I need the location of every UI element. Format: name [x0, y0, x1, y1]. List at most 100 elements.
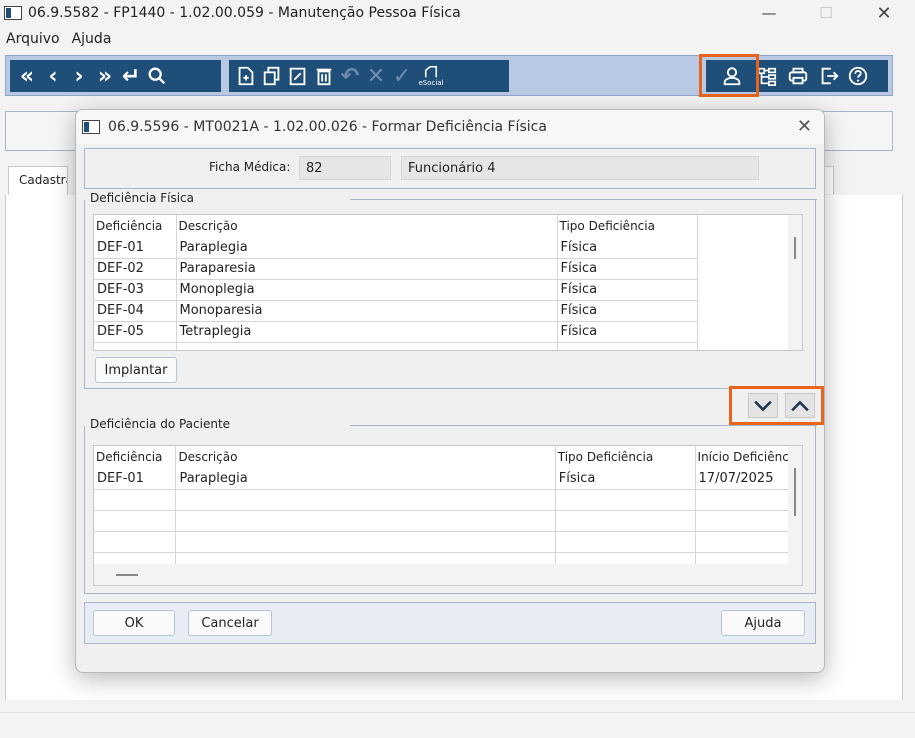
- cell-empty: [697, 258, 790, 279]
- table-row[interactable]: DEF-04 Monoparesia Física: [94, 300, 790, 322]
- maximize-button[interactable]: ☐: [803, 0, 849, 26]
- action-toolbar-group: ↶ ✕ ✓ eSocial: [229, 60, 509, 92]
- user-button-highlight: [699, 54, 759, 97]
- cell-descricao: Monoplegia: [176, 279, 558, 301]
- col-deficiencia[interactable]: Deficiência: [94, 215, 177, 237]
- legend-line: [350, 425, 817, 426]
- deficiencia-paciente-grid: Deficiência Descrição Tipo Deficiência I…: [93, 445, 803, 586]
- ficha-panel: Ficha Médica: 82 Funcionário 4: [84, 148, 816, 189]
- move-down-button[interactable]: [748, 393, 778, 418]
- formar-deficiencia-dialog: 06.9.5596 - MT0021A - 1.02.00.026 - Form…: [75, 109, 825, 673]
- edit-icon[interactable]: [286, 62, 310, 90]
- cell-tipo: Física: [557, 258, 698, 280]
- deficiencia-fisica-grid: Deficiência Descrição Tipo Deficiência D…: [93, 214, 803, 351]
- app-icon: [4, 6, 22, 20]
- cancel-icon[interactable]: ✕: [364, 62, 388, 90]
- prev-icon[interactable]: ‹: [41, 62, 65, 90]
- grid2-vscrollbar[interactable]: [788, 446, 802, 564]
- menu-arquivo[interactable]: Arquivo: [0, 31, 66, 47]
- move-up-button[interactable]: [785, 393, 815, 418]
- cell-descricao: Monoparesia: [176, 300, 558, 322]
- tab-cadastral[interactable]: Cadastral: [8, 166, 68, 196]
- col-inicio-deficiencia[interactable]: Início Deficiência: [695, 446, 802, 468]
- grid2-hscrollbar[interactable]: [94, 564, 802, 585]
- table-row[interactable]: DEF-01 Paraplegia Física 17/07/2025: [94, 468, 802, 490]
- cell-descricao: Paraparesia: [176, 258, 558, 280]
- col-tipo-deficiencia[interactable]: Tipo Deficiência: [555, 446, 696, 468]
- implantar-button[interactable]: Implantar: [95, 357, 177, 383]
- grid-header-row: Deficiência Descrição Tipo Deficiência I…: [94, 446, 802, 468]
- print-icon[interactable]: [786, 62, 810, 90]
- grid2-hscroll-thumb[interactable]: [116, 574, 138, 576]
- table-row[interactable]: [94, 489, 802, 511]
- copy-icon[interactable]: [260, 62, 284, 90]
- confirm-icon[interactable]: ✓: [390, 62, 414, 90]
- cell-empty: [697, 300, 790, 321]
- next-icon[interactable]: ›: [67, 62, 91, 90]
- cell-deficiencia: DEF-04: [94, 300, 177, 322]
- cell-deficiencia: DEF-03: [94, 279, 177, 301]
- cell-tipo: Física: [557, 300, 698, 322]
- chevron-down-icon: [754, 400, 772, 411]
- move-arrows-highlight: [729, 386, 824, 425]
- col-descricao[interactable]: Descrição: [176, 215, 558, 237]
- last-icon[interactable]: »: [93, 62, 117, 90]
- cell-deficiencia: DEF-05: [94, 321, 177, 343]
- first-icon[interactable]: «: [15, 62, 39, 90]
- col-deficiencia[interactable]: Deficiência: [94, 446, 177, 468]
- cell-descricao: Paraplegia: [176, 237, 558, 259]
- deficiencia-fisica-legend: Deficiência Física: [90, 191, 197, 205]
- undo-icon[interactable]: ↶: [338, 62, 362, 90]
- cell-tipo: Física: [557, 321, 698, 343]
- grid1-vscrollbar[interactable]: [788, 215, 802, 350]
- cell-tipo: Física: [557, 237, 698, 259]
- cell-inicio: 17/07/2025: [695, 468, 802, 490]
- table-row[interactable]: [94, 531, 802, 553]
- menu-ajuda[interactable]: Ajuda: [66, 31, 118, 47]
- grid1-scroll-thumb[interactable]: [794, 237, 796, 259]
- help-button[interactable]: Ajuda: [721, 610, 805, 636]
- cell-tipo: Física: [555, 468, 696, 490]
- minimize-button[interactable]: —: [746, 0, 792, 26]
- cell-empty: [697, 279, 790, 300]
- delete-icon[interactable]: [312, 62, 336, 90]
- dialog-titlebar: 06.9.5596 - MT0021A - 1.02.00.026 - Form…: [76, 110, 824, 144]
- ok-button[interactable]: OK: [93, 610, 175, 636]
- col-tipo-deficiencia[interactable]: Tipo Deficiência: [557, 215, 698, 237]
- cancel-button[interactable]: Cancelar: [188, 610, 272, 636]
- main-titlebar: 06.9.5582 - FP1440 - 1.02.00.059 - Manut…: [0, 0, 915, 26]
- dialog-close-button[interactable]: ✕: [797, 116, 812, 137]
- table-row[interactable]: DEF-01 Paraplegia Física: [94, 237, 790, 259]
- legend-line: [350, 199, 817, 200]
- exit-icon[interactable]: [817, 62, 841, 90]
- new-icon[interactable]: [234, 62, 258, 90]
- close-button[interactable]: ✕: [861, 0, 907, 26]
- col-descricao[interactable]: Descrição: [175, 446, 556, 468]
- table-row[interactable]: DEF-05 Tetraplegia Física: [94, 321, 790, 343]
- cell-deficiencia: DEF-02: [94, 258, 177, 280]
- table-row[interactable]: DEF-03 Monoplegia Física: [94, 279, 790, 301]
- table-row[interactable]: DEF-02 Paraparesia Física: [94, 258, 790, 280]
- dialog-button-bar: OK Cancelar Ajuda: [84, 602, 816, 644]
- cell-empty: [697, 237, 790, 258]
- dialog-app-icon: [82, 120, 100, 134]
- deficiencia-fisica-group: Deficiência Física Deficiência Descrição…: [84, 191, 817, 389]
- funcionario-field: Funcionário 4: [401, 156, 759, 180]
- toolbar: « ‹ › » ↵ ↶ ✕ ✓ eSocial: [5, 54, 893, 97]
- deficiencia-paciente-group: Deficiência do Paciente Deficiência Desc…: [84, 417, 817, 594]
- cell-deficiencia: DEF-01: [94, 468, 177, 490]
- col-empty: [697, 215, 790, 237]
- table-row[interactable]: [94, 342, 790, 350]
- search-icon[interactable]: [145, 62, 169, 90]
- cell-tipo: Física: [557, 279, 698, 301]
- esocial-label: eSocial: [418, 79, 444, 87]
- grid-header-row: Deficiência Descrição Tipo Deficiência: [94, 215, 790, 237]
- cell-empty: [697, 321, 790, 342]
- table-row[interactable]: [94, 510, 802, 532]
- esocial-icon[interactable]: eSocial: [416, 62, 446, 90]
- statusbar: [0, 712, 915, 738]
- grid2-scroll-thumb[interactable]: [794, 468, 796, 516]
- return-icon[interactable]: ↵: [119, 62, 143, 90]
- chevron-up-icon: [791, 400, 809, 411]
- help-icon[interactable]: [846, 62, 870, 90]
